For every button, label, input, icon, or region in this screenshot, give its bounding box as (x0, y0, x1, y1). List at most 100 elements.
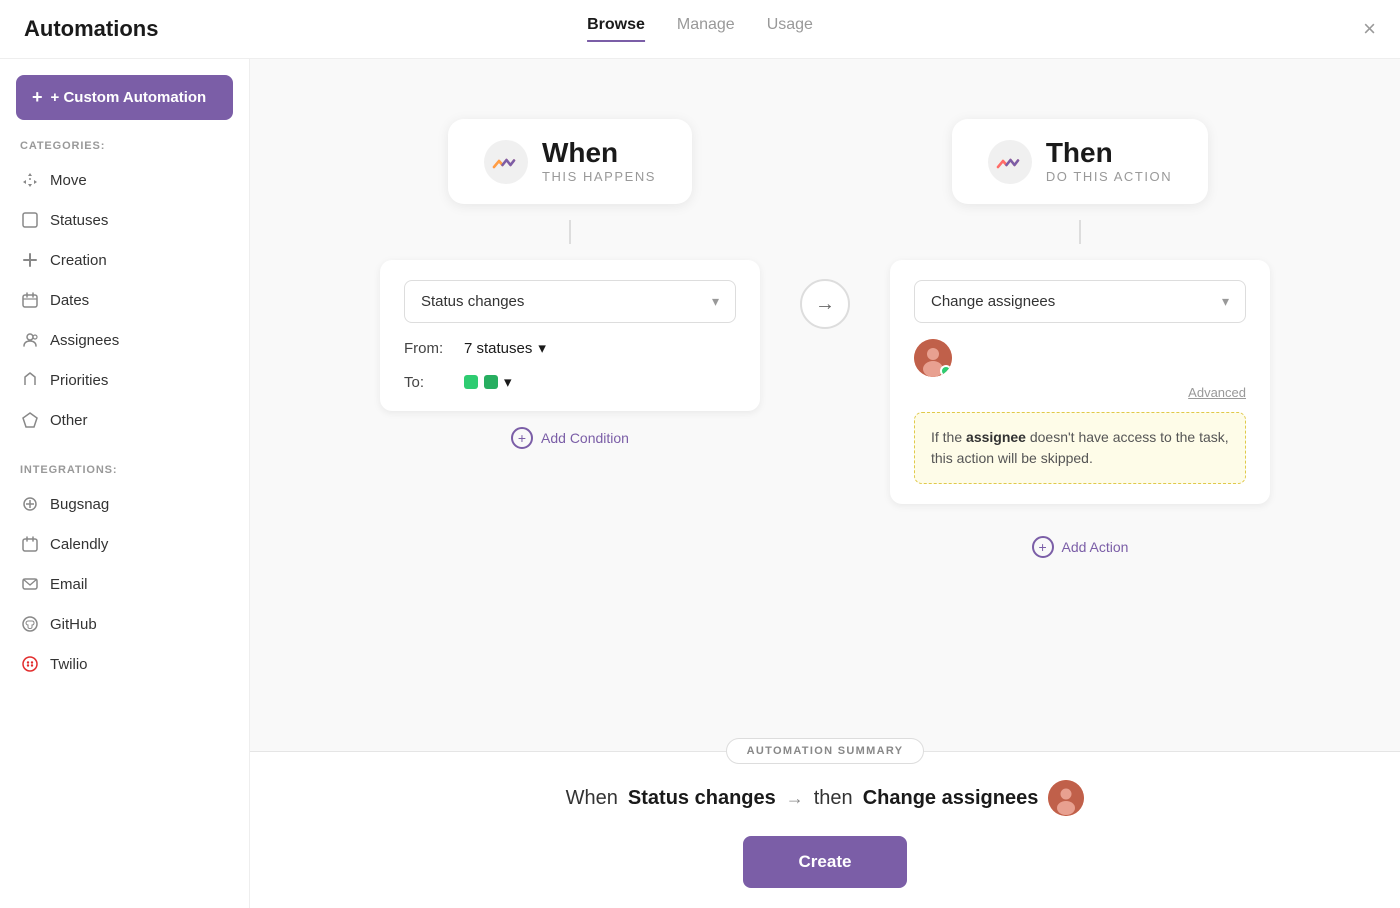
trigger-dropdown[interactable]: Status changes ▾ (404, 280, 736, 323)
then-header-text: Then DO THIS ACTION (1046, 139, 1172, 184)
automation-builder: When THIS HAPPENS Status changes ▾ From:… (250, 59, 1400, 751)
add-action-label: Add Action (1062, 539, 1129, 555)
then-sub-text: DO THIS ACTION (1046, 169, 1172, 184)
sidebar-item-dates-label: Dates (50, 292, 89, 309)
sidebar-item-calendly[interactable]: Calendly (0, 524, 249, 564)
summary-arrow: → (786, 788, 804, 809)
flow-arrow-icon: → (815, 293, 835, 316)
sidebar-item-other-label: Other (50, 412, 88, 429)
app-title: Automations (24, 16, 158, 42)
email-icon (20, 574, 40, 594)
from-statuses-label: 7 statuses (464, 340, 532, 357)
add-condition-row[interactable]: + Add Condition (511, 427, 629, 449)
statuses-icon (20, 210, 40, 230)
create-btn-row: Create (250, 836, 1400, 888)
header-tabs: Browse Manage Usage (587, 16, 813, 42)
custom-automation-label: + Custom Automation (51, 89, 207, 106)
warning-pre: If the (931, 429, 966, 445)
sidebar: + + Custom Automation CATEGORIES: Move S… (0, 59, 250, 908)
sidebar-item-github[interactable]: GitHub (0, 604, 249, 644)
when-header-text: When THIS HAPPENS (542, 139, 656, 184)
then-header-card: Then DO THIS ACTION (952, 119, 1208, 204)
sidebar-item-priorities-label: Priorities (50, 372, 108, 389)
main-container: + + Custom Automation CATEGORIES: Move S… (0, 59, 1400, 908)
from-statuses-button[interactable]: 7 statuses ▾ (464, 339, 546, 357)
when-header-card: When THIS HAPPENS (448, 119, 692, 204)
sidebar-item-move-label: Move (50, 172, 87, 189)
sidebar-item-statuses[interactable]: Statuses (0, 200, 249, 240)
to-colors-button[interactable]: ▾ (464, 373, 512, 391)
then-action-card: Change assignees ▾ (890, 260, 1270, 504)
summary-text-pre: When (566, 787, 618, 810)
avatar (914, 339, 952, 377)
then-block: Then DO THIS ACTION Change assignees ▾ (890, 119, 1270, 558)
when-condition-card: Status changes ▾ From: 7 statuses ▾ To: (380, 260, 760, 411)
connector-2 (1079, 220, 1081, 244)
assignee-row (914, 339, 1246, 377)
dates-icon (20, 290, 40, 310)
categories-label: CATEGORIES: (0, 140, 249, 160)
summary-text: When Status changes → then Change assign… (250, 780, 1400, 816)
action-dropdown-label: Change assignees (931, 293, 1055, 310)
sidebar-item-other[interactable]: Other (0, 400, 249, 440)
sidebar-item-assignees[interactable]: Assignees (0, 320, 249, 360)
plus-icon: + (32, 87, 43, 108)
when-main-text: When (542, 139, 656, 167)
tab-browse[interactable]: Browse (587, 16, 645, 42)
calendly-icon (20, 534, 40, 554)
clickup-logo-when (484, 140, 528, 184)
sidebar-item-statuses-label: Statuses (50, 212, 108, 229)
trigger-dropdown-label: Status changes (421, 293, 524, 310)
summary-avatar (1048, 780, 1084, 816)
add-condition-label: Add Condition (541, 430, 629, 446)
to-row: To: ▾ (404, 373, 736, 391)
sidebar-item-creation-label: Creation (50, 252, 107, 269)
then-main-text: Then (1046, 139, 1172, 167)
summary-action: Change assignees (863, 787, 1039, 810)
summary-trigger: Status changes (628, 787, 776, 810)
when-sub-text: THIS HAPPENS (542, 169, 656, 184)
sidebar-item-twilio-label: Twilio (50, 656, 88, 673)
add-condition-icon: + (511, 427, 533, 449)
add-action-icon: + (1032, 536, 1054, 558)
bugsnag-icon (20, 494, 40, 514)
create-button[interactable]: Create (743, 836, 908, 888)
sidebar-item-priorities[interactable]: Priorities (0, 360, 249, 400)
sidebar-item-dates[interactable]: Dates (0, 280, 249, 320)
other-icon (20, 410, 40, 430)
github-icon (20, 614, 40, 634)
sidebar-item-move[interactable]: Move (0, 160, 249, 200)
priorities-icon (20, 370, 40, 390)
trigger-chevron-icon: ▾ (712, 293, 719, 310)
summary-avatar-image (1048, 780, 1084, 816)
from-row: From: 7 statuses ▾ (404, 339, 736, 357)
sidebar-item-bugsnag[interactable]: Bugsnag (0, 484, 249, 524)
flow-arrow-circle: → (800, 279, 850, 329)
tab-manage[interactable]: Manage (677, 16, 735, 42)
close-button[interactable]: × (1363, 16, 1376, 42)
custom-automation-button[interactable]: + + Custom Automation (16, 75, 233, 120)
add-action-row[interactable]: + Add Action (1032, 536, 1129, 558)
sidebar-item-assignees-label: Assignees (50, 332, 119, 349)
sidebar-item-email-label: Email (50, 576, 88, 593)
from-chevron-icon: ▾ (538, 339, 546, 357)
sidebar-item-calendly-label: Calendly (50, 536, 108, 553)
sidebar-item-email[interactable]: Email (0, 564, 249, 604)
to-color-2 (484, 375, 498, 389)
flow-arrow-container: → (800, 279, 850, 329)
to-chevron-icon: ▾ (504, 373, 512, 391)
to-label: To: (404, 374, 452, 391)
warning-box: If the assignee doesn't have access to t… (914, 412, 1246, 484)
connector-1 (569, 220, 571, 244)
sidebar-item-twilio[interactable]: Twilio (0, 644, 249, 684)
twilio-icon (20, 654, 40, 674)
integrations-label: INTEGRATIONS: (0, 456, 249, 484)
sidebar-item-creation[interactable]: Creation (0, 240, 249, 280)
advanced-link[interactable]: Advanced (914, 385, 1246, 400)
sidebar-divider (0, 440, 249, 456)
action-dropdown[interactable]: Change assignees ▾ (914, 280, 1246, 323)
app-header: Automations Browse Manage Usage × (0, 0, 1400, 59)
content-area: When THIS HAPPENS Status changes ▾ From:… (250, 59, 1400, 908)
tab-usage[interactable]: Usage (767, 16, 813, 42)
from-label: From: (404, 340, 452, 357)
